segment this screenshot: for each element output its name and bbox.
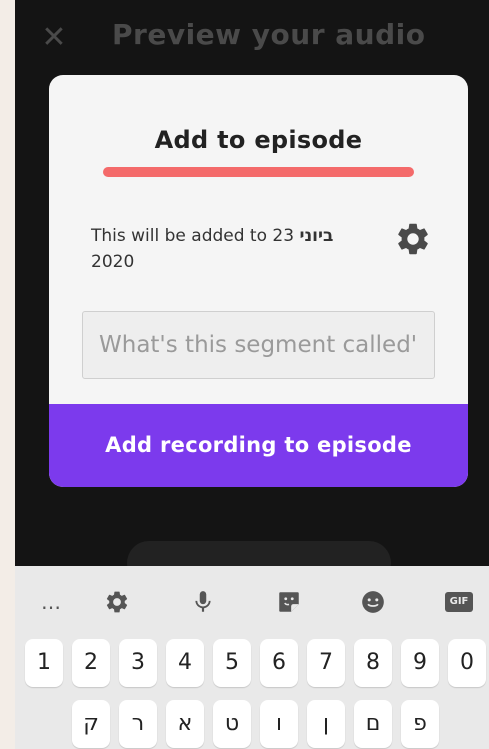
settings-icon[interactable] <box>99 584 135 620</box>
segment-name-input[interactable] <box>82 311 435 379</box>
info-month: ביוני <box>299 226 334 246</box>
more-icon[interactable]: … <box>33 584 69 620</box>
key-5[interactable]: 5 <box>213 639 251 687</box>
gear-icon[interactable] <box>394 220 432 258</box>
key-0[interactable]: 0 <box>448 639 486 687</box>
info-year: 2020 <box>91 252 135 272</box>
key-final-nun[interactable]: ן <box>307 700 345 748</box>
info-prefix: This will be added to 23 <box>91 226 300 246</box>
dialog-title: Add to episode <box>154 126 363 154</box>
sticker-icon[interactable] <box>271 584 307 620</box>
accent-bar <box>103 167 414 177</box>
add-recording-button[interactable]: Add recording to episode <box>49 404 468 487</box>
episode-info: This will be added to 23 ביוני 2020 <box>91 223 381 275</box>
key-resh[interactable]: ר <box>119 700 157 748</box>
top-bar: ✕ Preview your audio <box>15 0 489 76</box>
key-3[interactable]: 3 <box>119 639 157 687</box>
key-9[interactable]: 9 <box>401 639 439 687</box>
page-title: Preview your audio <box>112 18 426 51</box>
key-tet[interactable]: ט <box>213 700 251 748</box>
add-to-episode-dialog: Add to episode This will be added to 23 … <box>49 75 468 487</box>
gif-icon[interactable]: GIF <box>441 584 477 620</box>
key-2[interactable]: 2 <box>72 639 110 687</box>
microphone-icon[interactable] <box>185 584 221 620</box>
close-icon[interactable]: ✕ <box>39 20 69 56</box>
key-4[interactable]: 4 <box>166 639 204 687</box>
key-8[interactable]: 8 <box>354 639 392 687</box>
key-final-mem[interactable]: ם <box>354 700 392 748</box>
key-alef[interactable]: א <box>166 700 204 748</box>
emoji-icon[interactable] <box>355 584 391 620</box>
key-6[interactable]: 6 <box>260 639 298 687</box>
gif-label: GIF <box>444 592 474 612</box>
key-vav[interactable]: ו <box>260 700 298 748</box>
key-qof[interactable]: ק <box>72 700 110 748</box>
keyboard-toolbar: … GIF <box>15 566 489 638</box>
key-7[interactable]: 7 <box>307 639 345 687</box>
key-pe[interactable]: פ <box>401 700 439 748</box>
keyboard: … GIF 1 2 3 4 5 6 7 8 9 0 ק ר א ט ו ן ם … <box>15 566 489 749</box>
app-screen: ✕ Preview your audio Add to episode This… <box>15 0 489 749</box>
key-1[interactable]: 1 <box>25 639 63 687</box>
